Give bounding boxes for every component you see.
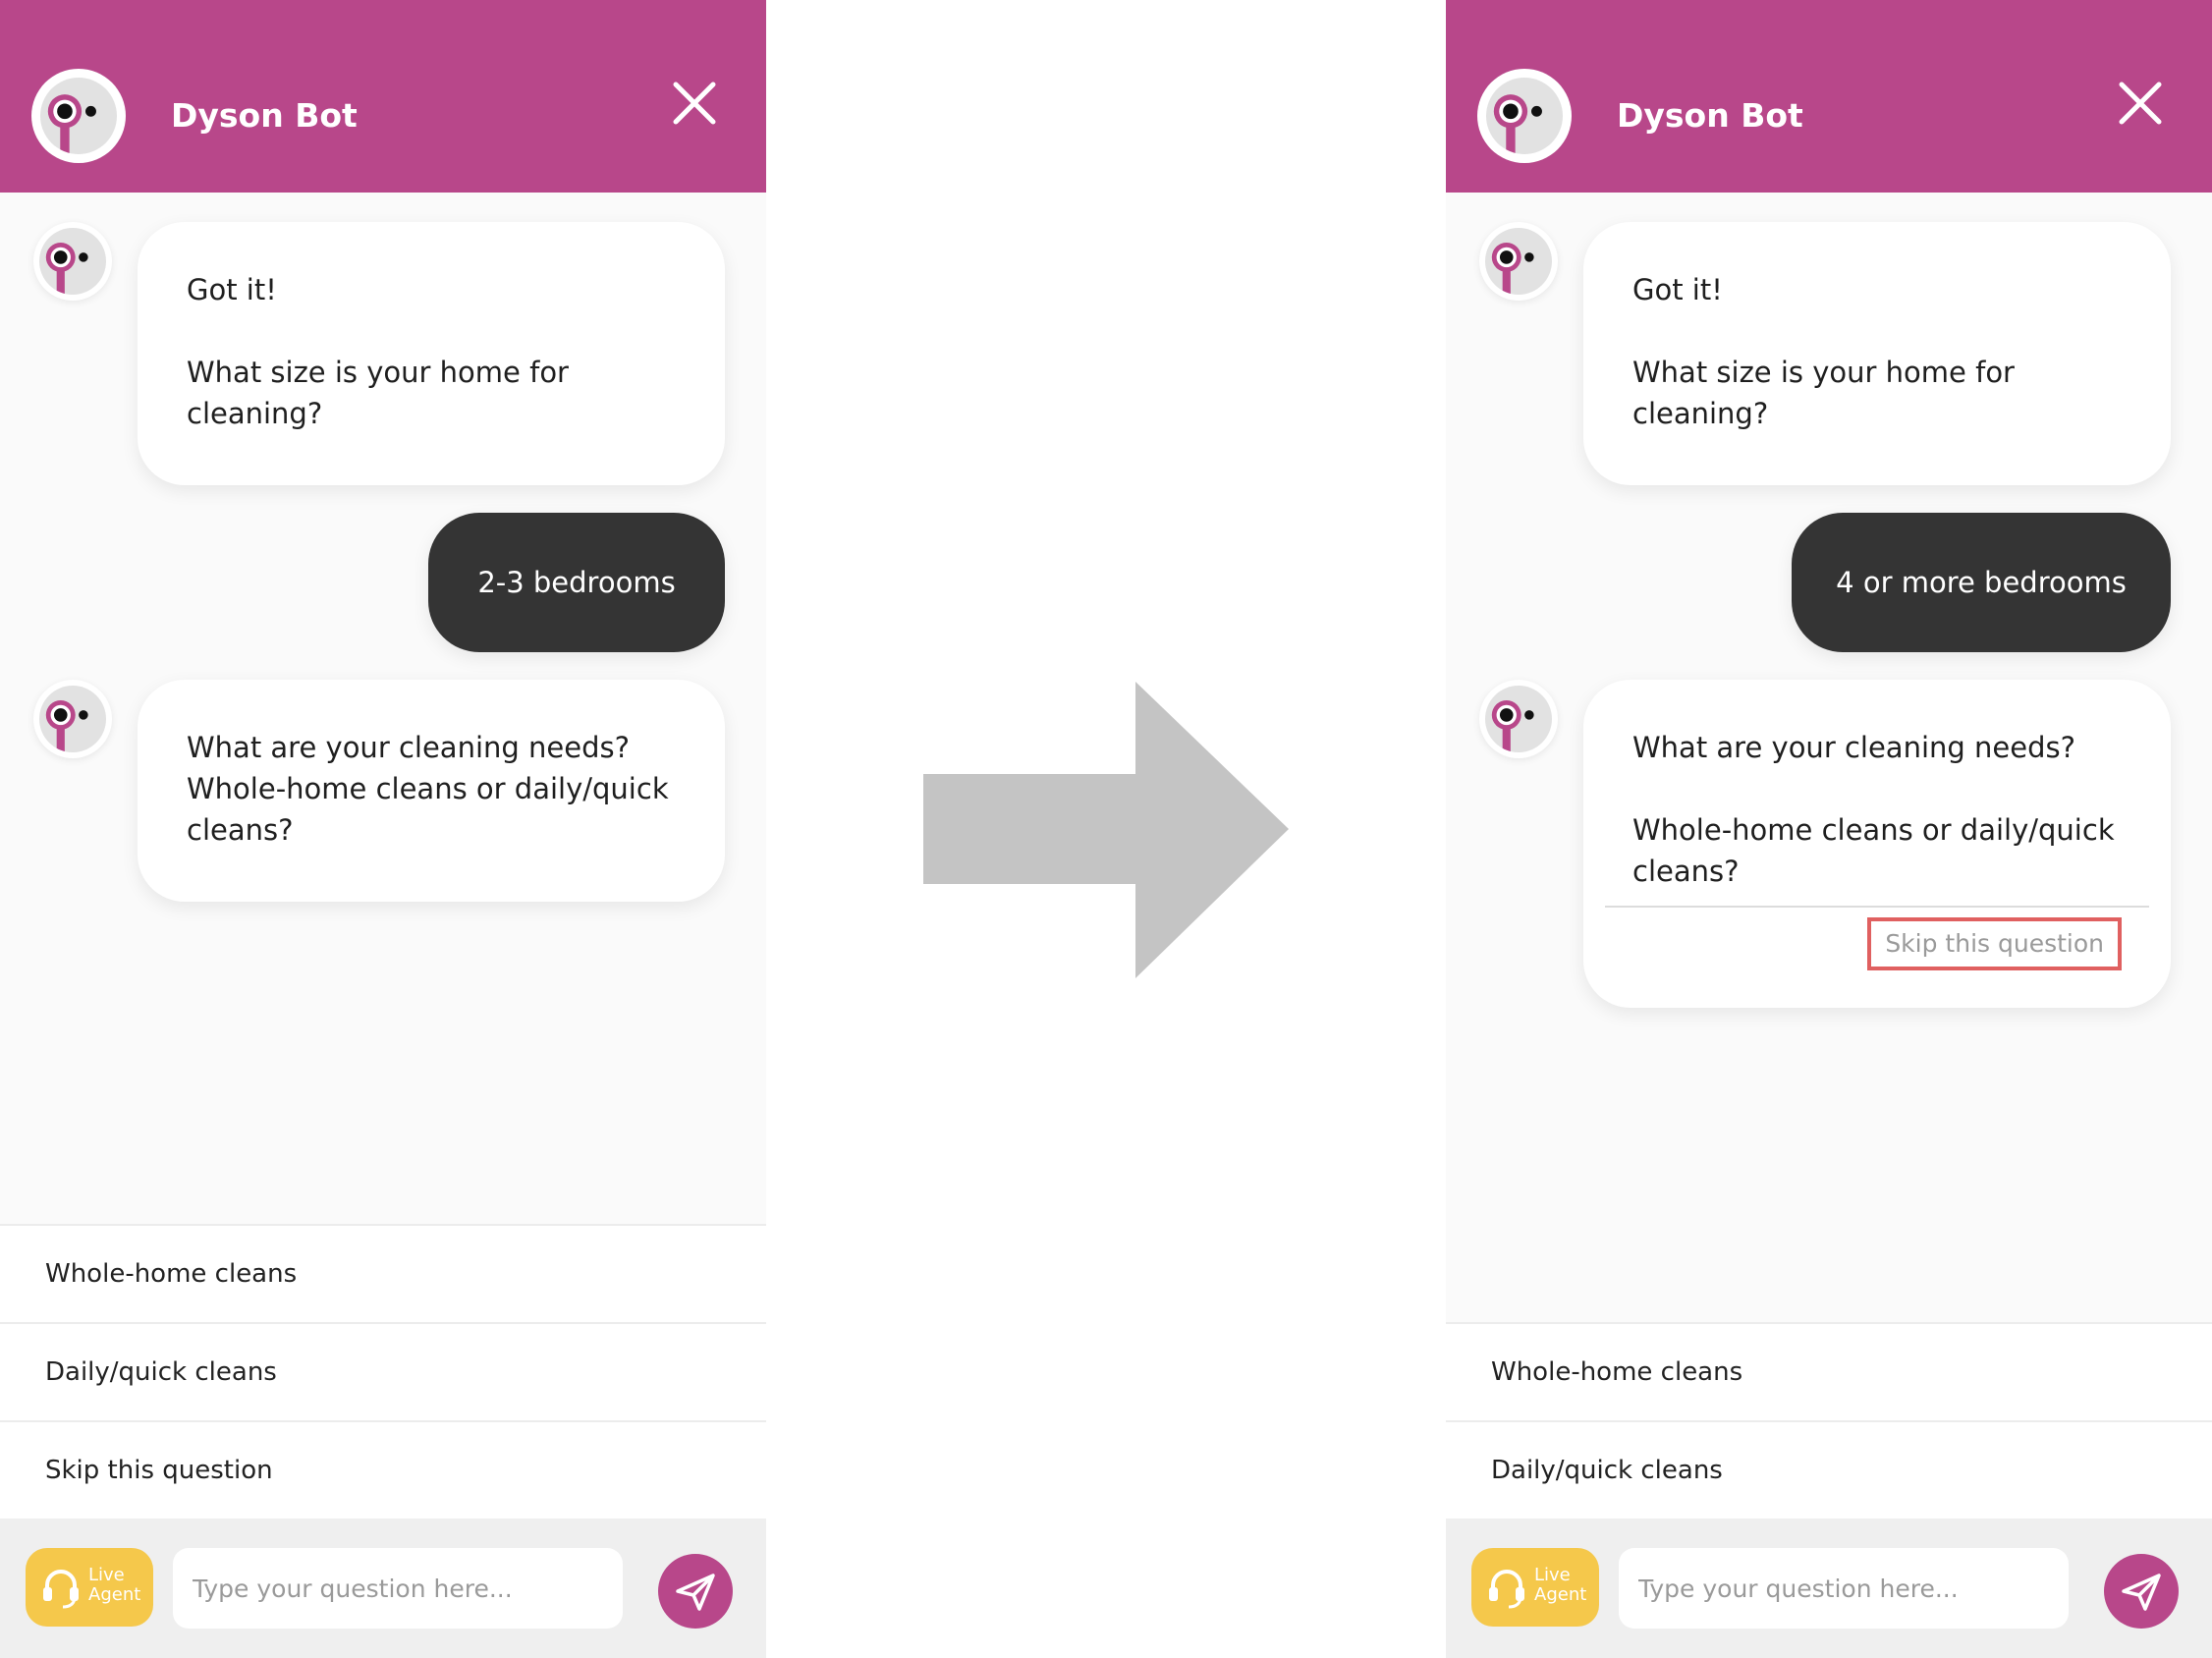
send-button[interactable] bbox=[2104, 1554, 2179, 1629]
bot-title: Dyson Bot bbox=[1617, 96, 1803, 135]
bot-face-icon bbox=[39, 228, 106, 295]
user-message: 4 or more bedrooms bbox=[1792, 513, 2171, 652]
right-arrow-icon bbox=[923, 682, 1289, 978]
bot-face-icon bbox=[40, 78, 117, 154]
bot-title: Dyson Bot bbox=[171, 96, 358, 135]
close-icon bbox=[2119, 82, 2162, 125]
message-text: What are your cleaning needs? bbox=[187, 731, 630, 764]
headset-icon bbox=[1489, 1570, 1524, 1609]
quick-reply-option[interactable]: Daily/quick cleans bbox=[1446, 1420, 2212, 1519]
bot-message-avatar bbox=[33, 680, 112, 758]
quick-reply-option[interactable]: Whole-home cleans bbox=[1446, 1322, 2212, 1420]
bot-message-avatar bbox=[1479, 222, 1558, 301]
chat-header: Dyson Bot bbox=[1446, 0, 2212, 193]
message-text: cleaning? bbox=[187, 397, 323, 430]
bot-message: Got it! What size is your home for clean… bbox=[138, 222, 725, 485]
bot-avatar bbox=[1477, 69, 1572, 163]
question-input[interactable] bbox=[173, 1548, 623, 1629]
message-text: cleaning? bbox=[1632, 397, 1769, 430]
message-text: Got it! bbox=[1632, 273, 1723, 306]
divider bbox=[1605, 906, 2149, 908]
question-input[interactable] bbox=[1619, 1548, 2069, 1629]
quick-reply-option[interactable]: Daily/quick cleans bbox=[0, 1322, 766, 1420]
chat-panel-before: Dyson Bot Got it! What size is your home… bbox=[0, 0, 766, 1658]
chat-footer: Live Agent bbox=[0, 1519, 766, 1658]
live-agent-button[interactable]: Live Agent bbox=[26, 1548, 153, 1627]
bot-face-icon bbox=[39, 686, 106, 752]
send-button[interactable] bbox=[658, 1554, 733, 1629]
bot-face-icon bbox=[1485, 228, 1552, 295]
message-text: What size is your home for bbox=[1632, 356, 2015, 389]
message-text: cleans? bbox=[187, 813, 294, 847]
send-icon bbox=[2122, 1574, 2161, 1611]
bot-face-icon bbox=[1486, 78, 1563, 154]
close-button[interactable] bbox=[670, 79, 719, 128]
quick-reply-option[interactable]: Skip this question bbox=[0, 1420, 766, 1519]
chat-panel-after: Dyson Bot Got it! What size is your home… bbox=[1446, 0, 2212, 1658]
live-agent-label: Live Agent bbox=[88, 1566, 147, 1605]
skip-question-link[interactable]: Skip this question bbox=[1867, 917, 2122, 970]
live-agent-label-line: Live bbox=[88, 1565, 125, 1585]
chat-header: Dyson Bot bbox=[0, 0, 766, 193]
message-text: Got it! bbox=[187, 273, 277, 306]
live-agent-label-line: Agent bbox=[1534, 1584, 1587, 1605]
bot-message: What are your cleaning needs? Whole-home… bbox=[138, 680, 725, 902]
live-agent-label: Live Agent bbox=[1534, 1566, 1593, 1605]
message-text: Whole-home cleans or daily/quick bbox=[1632, 813, 2115, 847]
quick-reply-list: Whole-home cleans Daily/quick cleans Ski… bbox=[0, 1224, 766, 1519]
close-icon bbox=[673, 82, 716, 125]
headset-icon bbox=[43, 1570, 79, 1609]
bot-avatar bbox=[31, 69, 126, 163]
bot-face-icon bbox=[1485, 686, 1552, 752]
send-icon bbox=[676, 1574, 715, 1611]
bot-message: Got it! What size is your home for clean… bbox=[1583, 222, 2171, 485]
message-text: What size is your home for bbox=[187, 356, 569, 389]
quick-reply-option[interactable]: Whole-home cleans bbox=[0, 1224, 766, 1322]
bot-message-avatar bbox=[1479, 680, 1558, 758]
quick-reply-list: Whole-home cleans Daily/quick cleans bbox=[1446, 1322, 2212, 1519]
close-button[interactable] bbox=[2116, 79, 2165, 128]
bot-message-avatar bbox=[33, 222, 112, 301]
bot-message: What are your cleaning needs? Whole-home… bbox=[1583, 680, 2171, 1008]
message-text: What are your cleaning needs? bbox=[1632, 731, 2075, 764]
live-agent-label-line: Agent bbox=[88, 1584, 141, 1605]
chat-footer: Live Agent bbox=[1446, 1519, 2212, 1658]
message-text: Whole-home cleans or daily/quick bbox=[187, 772, 669, 805]
live-agent-button[interactable]: Live Agent bbox=[1471, 1548, 1599, 1627]
message-text: cleans? bbox=[1632, 855, 1740, 888]
live-agent-label-line: Live bbox=[1534, 1565, 1571, 1585]
user-message: 2-3 bedrooms bbox=[428, 513, 725, 652]
